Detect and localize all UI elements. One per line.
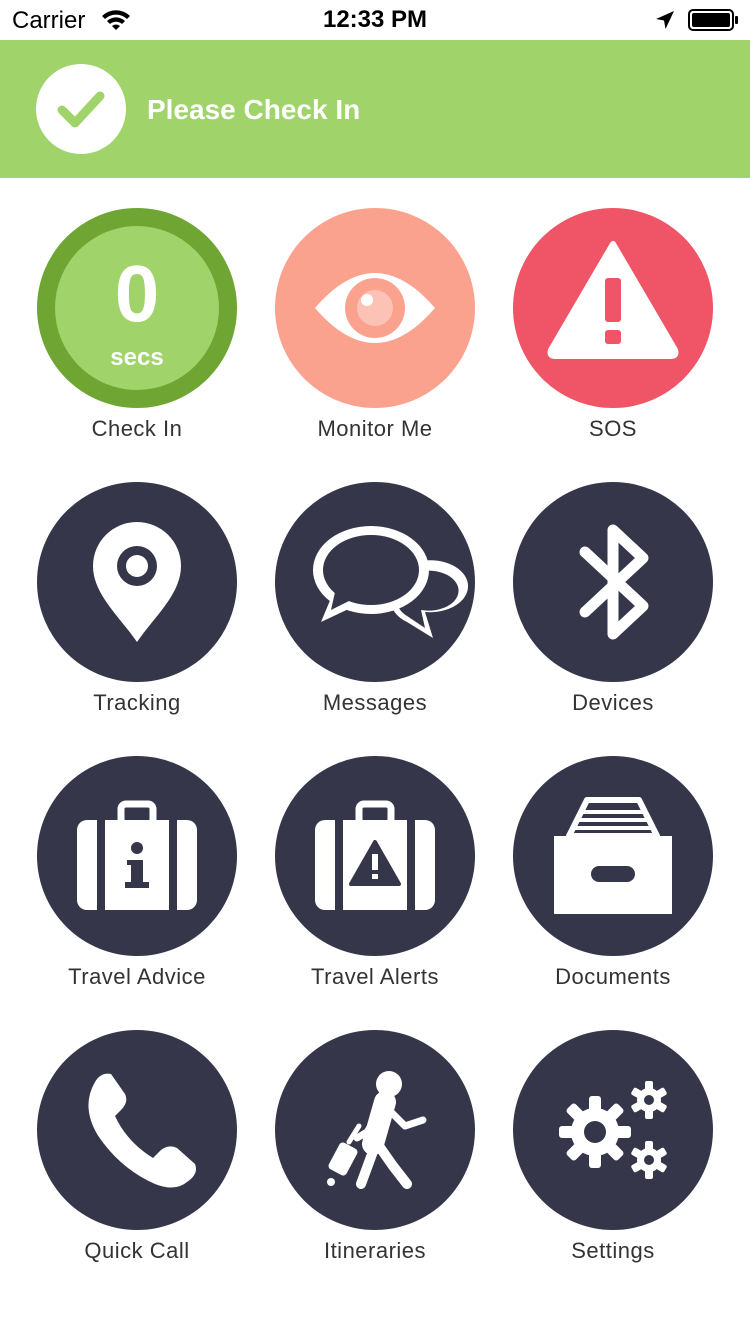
banner-title: Please Check In [147,94,361,125]
checkmark-icon [36,64,126,154]
traveler-icon [275,1030,475,1230]
monitor-me-button[interactable]: Monitor Me [256,208,494,478]
settings-label: Settings [571,1238,655,1263]
check-in-label: Check In [91,416,183,441]
battery-icon [688,9,738,31]
suitcase-info-icon [37,756,237,956]
check-in-count: 0 [114,249,160,338]
travel-alerts-button[interactable]: Travel Alerts [256,756,494,1026]
quick-call-label: Quick Call [84,1238,190,1263]
sos-label: SOS [589,416,637,441]
devices-label: Devices [572,690,654,715]
travel-alerts-label: Travel Alerts [311,964,439,989]
messages-button[interactable]: Messages [256,482,494,752]
check-in-unit: secs [110,344,164,371]
documents-button[interactable]: Documents [494,756,732,1026]
sos-button[interactable]: SOS [494,208,732,478]
documents-label: Documents [555,964,671,989]
messages-label: Messages [322,690,428,715]
clock: 12:33 PM [322,6,428,33]
travel-advice-label: Travel Advice [68,964,206,989]
status-bar: Carrier 12:33 PM [0,0,750,40]
tracking-button[interactable]: Tracking [18,482,256,752]
monitor-me-label: Monitor Me [317,416,433,441]
settings-button[interactable]: Settings [494,1030,732,1300]
check-in-banner[interactable]: Please Check In [0,40,750,178]
travel-advice-button[interactable]: Travel Advice [18,756,256,1026]
warning-icon [513,208,713,408]
chat-bubbles-icon [275,482,475,682]
devices-button[interactable]: Devices [494,482,732,752]
map-pin-icon [37,482,237,682]
bluetooth-icon [513,482,713,682]
itineraries-label: Itineraries [323,1238,427,1263]
tracking-label: Tracking [93,690,181,715]
eye-icon [275,208,475,408]
check-in-timer: 0 secs [37,208,237,408]
phone-icon [37,1030,237,1230]
itineraries-button[interactable]: Itineraries [256,1030,494,1300]
suitcase-alert-icon [275,756,475,956]
location-arrow-icon [656,11,674,29]
archive-box-icon [513,756,713,956]
check-in-button[interactable]: 0 secs Check In [18,208,256,478]
gears-icon [513,1030,713,1230]
quick-call-button[interactable]: Quick Call [18,1030,256,1300]
